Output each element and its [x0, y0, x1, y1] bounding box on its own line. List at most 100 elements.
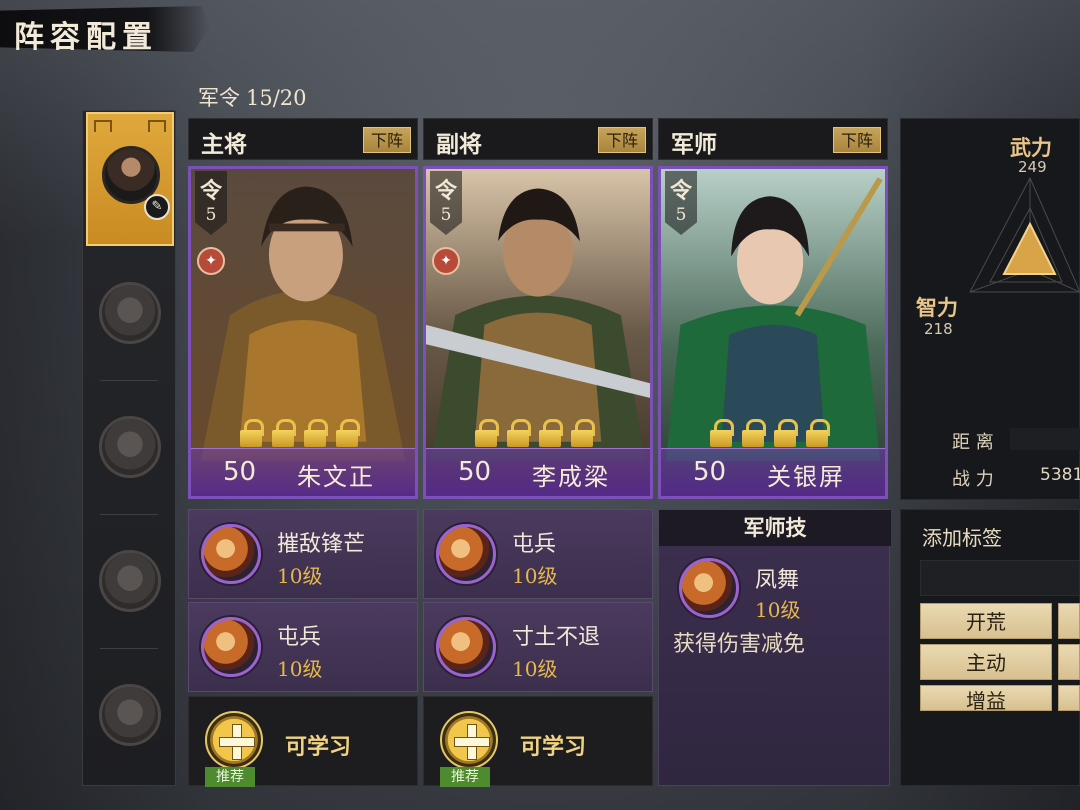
brush-icon[interactable]: ✎	[144, 194, 170, 220]
skill-name: 凤舞	[755, 568, 800, 593]
lineup-slot-active[interactable]: ✎	[86, 112, 174, 246]
star-locks	[474, 419, 595, 447]
cost-badge: 令 5	[430, 171, 462, 235]
lock-icon	[570, 419, 595, 447]
feather-icon: ✦	[197, 247, 225, 275]
cost-badge: 令 5	[195, 171, 227, 235]
force-value: 249	[1018, 158, 1047, 176]
power-label: 战 力	[952, 469, 994, 490]
tags-title: 添加标签	[922, 526, 1002, 550]
skill-slot[interactable]: 寸土不退 10级	[423, 602, 653, 692]
skill-icon	[436, 524, 496, 584]
skill-slot[interactable]: 屯兵 10级	[423, 509, 653, 599]
tag-button[interactable]: 增益	[920, 685, 1052, 711]
card-footer: 50 李成梁	[426, 448, 650, 496]
skill-icon	[201, 524, 261, 584]
lock-icon	[773, 419, 798, 447]
skill-level: 10级	[512, 657, 558, 681]
lock-icon	[741, 419, 766, 447]
skill-name: 寸土不退	[512, 625, 601, 650]
skill-slot[interactable]: 屯兵 10级	[188, 602, 418, 692]
tag-button[interactable]	[1058, 685, 1080, 711]
recommend-badge: 推荐	[205, 767, 255, 787]
general-level: 50	[693, 457, 727, 487]
page-title: 阵容配置	[14, 20, 158, 55]
skill-description: 获得伤害减免	[673, 632, 806, 657]
remove-general-button[interactable]: 下阵	[598, 127, 646, 153]
learn-label: 可学习	[285, 734, 352, 760]
recommend-badge: 推荐	[440, 767, 490, 787]
intel-label: 智力	[916, 295, 958, 320]
general-name: 关银屏	[767, 463, 845, 491]
skill-slot[interactable]: 摧敌锋芒 10级	[188, 509, 418, 599]
skill-level: 10级	[277, 564, 323, 588]
strategist-skill-title: 军师技	[743, 515, 807, 540]
tag-button[interactable]	[1058, 603, 1080, 639]
skill-level: 10级	[277, 657, 323, 681]
general-card-strategist[interactable]: 令 5 50 关银屏	[658, 166, 888, 499]
tag-input[interactable]	[920, 560, 1080, 596]
skill-level: 10级	[755, 598, 801, 622]
general-card-main[interactable]: 令 5 ✦ 50 朱文正	[188, 166, 418, 499]
lineup-slot-empty[interactable]	[99, 684, 161, 746]
cost-badge: 令 5	[665, 171, 697, 235]
learn-label: 可学习	[520, 734, 587, 760]
general-level: 50	[223, 457, 257, 487]
learn-skill-slot[interactable]: 推荐 可学习	[423, 696, 653, 787]
role-label: 副将	[436, 131, 482, 158]
general-name: 李成梁	[532, 463, 610, 491]
strategist-skill-panel[interactable]: 军师技 凤舞 10级 获得伤害减免	[658, 509, 891, 786]
order-count: 军令 15/20	[192, 82, 307, 112]
divider	[100, 648, 158, 649]
order-value: 15/20	[246, 86, 307, 110]
lock-icon	[303, 419, 328, 447]
power-value: 5381	[1040, 465, 1080, 485]
skill-level: 10级	[512, 564, 558, 588]
tag-button[interactable]: 开荒	[920, 603, 1052, 639]
lineup-slot-empty[interactable]	[99, 550, 161, 612]
lock-icon	[335, 419, 360, 447]
role-bar-deputy: 副将 下阵	[423, 118, 653, 160]
tag-button[interactable]: 主动	[920, 644, 1052, 680]
feather-icon: ✦	[432, 247, 460, 275]
corner-ornament	[94, 120, 112, 132]
lock-icon	[805, 419, 830, 447]
general-level: 50	[458, 457, 492, 487]
lock-icon	[538, 419, 563, 447]
learn-skill-slot[interactable]: 推荐 可学习	[188, 696, 418, 787]
general-name: 朱文正	[297, 463, 375, 491]
skill-name: 摧敌锋芒	[277, 532, 366, 557]
remove-general-button[interactable]: 下阵	[363, 127, 411, 153]
skill-icon	[436, 617, 496, 677]
divider	[100, 380, 158, 381]
role-label: 军师	[671, 131, 717, 158]
lock-icon	[474, 419, 499, 447]
lock-icon	[709, 419, 734, 447]
corner-ornament	[148, 120, 166, 132]
tag-button[interactable]	[1058, 644, 1080, 680]
lock-icon	[271, 419, 296, 447]
order-label: 军令	[198, 86, 240, 110]
lineup-slot-empty[interactable]	[99, 282, 161, 344]
skill-icon	[201, 617, 261, 677]
radar-chart	[969, 176, 1080, 293]
role-bar-main: 主将 下阵	[188, 118, 418, 160]
plus-icon	[205, 711, 263, 769]
skill-icon	[679, 558, 739, 618]
lock-icon	[239, 419, 264, 447]
lineup-slot-empty[interactable]	[99, 416, 161, 478]
general-card-deputy[interactable]: 令 5 ✦ 50 李成梁	[423, 166, 653, 499]
intel-value: 218	[924, 320, 953, 338]
card-footer: 50 关银屏	[661, 448, 885, 496]
distance-label: 距 离	[952, 432, 994, 453]
skill-name: 屯兵	[277, 625, 322, 650]
star-locks	[709, 419, 830, 447]
role-bar-strategist: 军师 下阵	[658, 118, 888, 160]
star-locks	[239, 419, 360, 447]
distance-bar	[1010, 428, 1080, 450]
role-label: 主将	[201, 131, 247, 158]
skill-name: 屯兵	[512, 532, 557, 557]
remove-general-button[interactable]: 下阵	[833, 127, 881, 153]
strategist-skill-header: 军师技	[659, 510, 891, 546]
divider	[100, 514, 158, 515]
